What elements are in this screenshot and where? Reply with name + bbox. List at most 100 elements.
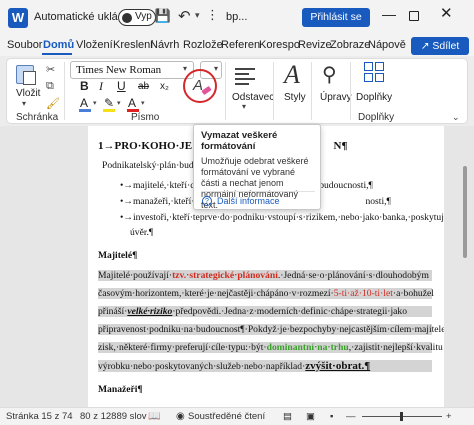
tab-home[interactable]: Domů bbox=[43, 39, 74, 51]
minimize-icon[interactable]: — bbox=[382, 6, 396, 22]
share-button[interactable]: ↗ Sdílet bbox=[411, 37, 469, 55]
paste-dropdown-icon[interactable]: ▾ bbox=[22, 99, 26, 108]
bullet-investors: →investoři,·kteří·teprve·do·podniku·vsto… bbox=[123, 212, 444, 223]
paragraph-icon[interactable] bbox=[232, 63, 258, 89]
subscript-button[interactable]: x₂ bbox=[160, 81, 169, 92]
active-tab-indicator bbox=[42, 53, 72, 55]
addins-group-label: Doplňky bbox=[358, 112, 395, 123]
scrollbar-thumb[interactable] bbox=[463, 166, 467, 258]
heading-owners: Majitelé¶ bbox=[98, 250, 138, 261]
font-size-dropdown-icon[interactable]: ▾ bbox=[214, 64, 218, 73]
font-color-dropdown-icon[interactable]: ▾ bbox=[141, 99, 145, 107]
word-count[interactable]: 80 z 12889 slov bbox=[80, 411, 147, 422]
time-range-text: 5-ti·až·10-ti·let bbox=[333, 288, 393, 299]
proofing-icon[interactable]: 📖 bbox=[148, 411, 160, 422]
document-title: bp... bbox=[226, 11, 248, 23]
bold-button[interactable]: B bbox=[80, 79, 89, 93]
group-divider bbox=[311, 62, 312, 120]
tab-review[interactable]: Revize bbox=[298, 39, 332, 51]
addins-icon[interactable] bbox=[364, 62, 386, 84]
dominant-text: dominantní·na·trhu bbox=[266, 342, 349, 353]
addins-button[interactable]: Doplňky bbox=[356, 92, 392, 103]
heading-managers: Manažeři¶ bbox=[98, 384, 143, 395]
more-commands-icon[interactable]: ⋮ bbox=[206, 7, 219, 23]
maximize-icon[interactable] bbox=[409, 11, 419, 21]
web-layout-icon[interactable]: ▪ bbox=[330, 411, 333, 422]
tooltip-title: Vymazat veškeré formátování bbox=[201, 130, 278, 152]
title-bar: W Automatické ukládání Vyp 💾 ↶ ▾ ⋮ bp...… bbox=[0, 0, 474, 34]
font-color-icon[interactable]: A bbox=[128, 96, 136, 110]
group-divider bbox=[273, 62, 274, 120]
text-effects-dropdown-icon[interactable]: ▾ bbox=[93, 99, 97, 107]
close-icon[interactable]: ✕ bbox=[440, 4, 453, 22]
big-risk-text: velké·riziko bbox=[127, 306, 173, 317]
heading-1-end: N¶ bbox=[333, 140, 348, 152]
tab-design[interactable]: Návrh bbox=[150, 39, 179, 51]
chevron-down-icon[interactable]: ⌄ bbox=[452, 112, 460, 123]
tab-mailings[interactable]: Korespo bbox=[259, 39, 300, 51]
tab-references[interactable]: Referen bbox=[221, 39, 260, 51]
italic-button[interactable]: I bbox=[99, 79, 103, 94]
page-count[interactable]: Stránka 15 z 74 bbox=[6, 411, 73, 422]
tab-help[interactable]: Nápově bbox=[368, 39, 406, 51]
bullet-owners-end: budoucnosti,¶ bbox=[319, 180, 373, 191]
tab-view[interactable]: Zobraze bbox=[330, 39, 370, 51]
tab-layout[interactable]: Rozlože bbox=[183, 39, 223, 51]
strikethrough-button[interactable]: ab bbox=[138, 81, 149, 92]
find-icon[interactable]: ⚲ bbox=[322, 62, 337, 87]
undo-dropdown-icon[interactable]: ▾ bbox=[195, 10, 200, 21]
status-bar: Stránka 15 z 74 80 z 12889 slov 📖 ◉ Sous… bbox=[0, 407, 474, 425]
focus-mode[interactable]: Soustředěné čtení bbox=[188, 411, 265, 422]
tab-insert[interactable]: Vložení bbox=[76, 39, 113, 51]
save-icon[interactable]: 💾 bbox=[154, 8, 172, 26]
font-name-box[interactable]: Times New Roman bbox=[70, 61, 194, 79]
read-mode-icon[interactable]: ▤ bbox=[283, 411, 292, 422]
paste-button[interactable]: Vložit bbox=[16, 88, 40, 99]
autosave-state: Vyp bbox=[135, 11, 152, 22]
increase-turnover-text: zvýšit·obrat.¶ bbox=[305, 360, 371, 372]
clear-formatting-button[interactable]: A bbox=[183, 69, 217, 103]
paragraph-dropdown-icon[interactable]: ▾ bbox=[242, 102, 246, 111]
toggle-knob bbox=[122, 12, 132, 23]
bullet-investors-cont: úvěr.¶ bbox=[130, 227, 154, 238]
highlight-color-bar bbox=[103, 109, 115, 112]
group-divider bbox=[64, 62, 65, 120]
undo-icon[interactable]: ↶ bbox=[178, 7, 191, 25]
clear-formatting-tooltip: Vymazat veškeré formátování Umožňuje ode… bbox=[193, 124, 321, 210]
clipboard-group-label: Schránka bbox=[16, 112, 59, 123]
format-painter-icon[interactable]: 🖌 bbox=[46, 97, 60, 110]
autosave-toggle[interactable]: Vyp bbox=[118, 9, 156, 26]
underline-button[interactable]: U bbox=[117, 79, 126, 93]
share-label: Sdílet bbox=[432, 40, 460, 52]
print-layout-icon[interactable]: ▣ bbox=[306, 411, 315, 422]
editing-button[interactable]: Úpravy bbox=[320, 92, 352, 103]
more-info-link[interactable]: Další informace bbox=[217, 196, 280, 206]
highlight-icon[interactable]: ✎ bbox=[104, 96, 114, 110]
zoom-in-icon[interactable]: + bbox=[446, 411, 452, 422]
paragraph-button[interactable]: Odstavec bbox=[232, 92, 274, 103]
paste-icon[interactable] bbox=[14, 62, 38, 86]
styles-icon[interactable]: A bbox=[284, 60, 300, 90]
zoom-slider-thumb[interactable] bbox=[400, 412, 403, 421]
word-app-icon: W bbox=[8, 8, 28, 28]
tab-file[interactable]: Soubor bbox=[7, 39, 42, 51]
focus-icon[interactable]: ◉ bbox=[176, 411, 185, 422]
share-icon: ↗ bbox=[420, 40, 433, 52]
strategic-planning-text: tzv.·strategické·plánování bbox=[172, 270, 278, 281]
highlight-dropdown-icon[interactable]: ▾ bbox=[117, 99, 121, 107]
cut-icon[interactable]: ✂ bbox=[46, 63, 55, 76]
zoom-out-icon[interactable]: — bbox=[346, 411, 356, 422]
font-group-label: Písmo bbox=[131, 112, 160, 123]
group-divider bbox=[225, 62, 226, 120]
text-effects-icon[interactable]: A bbox=[80, 96, 88, 110]
help-icon: ? bbox=[202, 196, 212, 206]
styles-button[interactable]: Styly bbox=[284, 92, 306, 103]
font-dropdown-icon[interactable]: ▾ bbox=[183, 64, 187, 73]
group-divider bbox=[350, 62, 351, 120]
heading-1: 1→PRO·KOHO·JE·P bbox=[98, 140, 203, 152]
intro-line: Podnikatelský·plán·budou bbox=[102, 160, 204, 171]
tab-draw[interactable]: Kreslení bbox=[113, 39, 153, 51]
copy-icon[interactable]: ⧉ bbox=[46, 80, 54, 93]
bullet-managers-end: nosti,¶ bbox=[365, 196, 391, 207]
signin-button[interactable]: Přihlásit se bbox=[302, 8, 370, 27]
